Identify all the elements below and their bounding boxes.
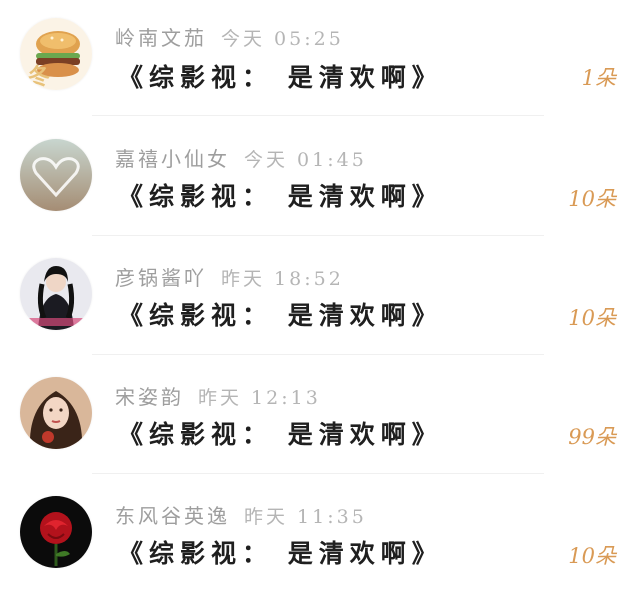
avatar[interactable]: [20, 496, 92, 568]
avatar[interactable]: 冬: [20, 18, 92, 90]
message-text: 《综影视： 是清欢啊》: [118, 539, 443, 568]
message-text: 《综影视： 是清欢啊》: [118, 182, 443, 211]
list-item[interactable]: 东风谷英逸 昨天 11:35 《综影视： 是清欢啊》 10朵: [0, 476, 640, 595]
timestamp: 今天 05:25: [221, 28, 344, 50]
heart-avatar-image: [20, 139, 92, 211]
sender-meta: 东风谷英逸 昨天 11:35: [115, 500, 367, 529]
gift-list: 冬 岭南文茄 今天 05:25 《综影视： 是清欢啊》 1朵 嘉禧小仙女 今天 …: [0, 0, 640, 597]
svg-text:冬: 冬: [28, 64, 50, 90]
flower-count: 1朵: [581, 66, 616, 90]
avatar[interactable]: [20, 139, 92, 211]
flower-count: 10朵: [568, 187, 616, 211]
flower-count: 99朵: [568, 425, 616, 449]
list-item[interactable]: 彦锅酱吖 昨天 18:52 《综影视： 是清欢啊》 10朵: [0, 238, 640, 357]
rose-avatar-image: [20, 496, 92, 568]
girl-avatar-image: [20, 258, 92, 330]
sender-meta: 宋姿韵 昨天 12:13: [115, 381, 321, 410]
list-item[interactable]: 嘉禧小仙女 今天 01:45 《综影视： 是清欢啊》 10朵: [0, 119, 640, 238]
flower-count: 10朵: [568, 544, 616, 568]
sender-name[interactable]: 彦锅酱吖: [115, 266, 207, 290]
sender-name[interactable]: 岭南文茄: [115, 26, 207, 50]
flower-count: 10朵: [568, 306, 616, 330]
sender-name[interactable]: 嘉禧小仙女: [115, 147, 230, 171]
avatar[interactable]: [20, 258, 92, 330]
burger-avatar-image: 冬: [20, 18, 92, 90]
list-item[interactable]: 宋姿韵 昨天 12:13 《综影视： 是清欢啊》 99朵: [0, 357, 640, 476]
portrait-avatar-image: [20, 377, 92, 449]
row-divider: [92, 115, 544, 116]
sender-name[interactable]: 宋姿韵: [115, 385, 184, 409]
timestamp: 今天 01:45: [244, 149, 367, 171]
row-divider: [92, 235, 544, 236]
avatar[interactable]: [20, 377, 92, 449]
timestamp: 昨天 18:52: [221, 268, 344, 290]
list-item[interactable]: 冬 岭南文茄 今天 05:25 《综影视： 是清欢啊》 1朵: [0, 0, 640, 119]
row-divider: [92, 473, 544, 474]
timestamp: 昨天 11:35: [244, 506, 367, 528]
row-divider: [92, 354, 544, 355]
sender-name[interactable]: 东风谷英逸: [115, 504, 230, 528]
message-text: 《综影视： 是清欢啊》: [118, 420, 443, 449]
sender-meta: 嘉禧小仙女 今天 01:45: [115, 143, 367, 172]
sender-meta: 岭南文茄 今天 05:25: [115, 22, 344, 51]
sender-meta: 彦锅酱吖 昨天 18:52: [115, 262, 344, 291]
message-text: 《综影视： 是清欢啊》: [118, 301, 443, 330]
timestamp: 昨天 12:13: [198, 387, 321, 409]
message-text: 《综影视： 是清欢啊》: [118, 63, 443, 92]
